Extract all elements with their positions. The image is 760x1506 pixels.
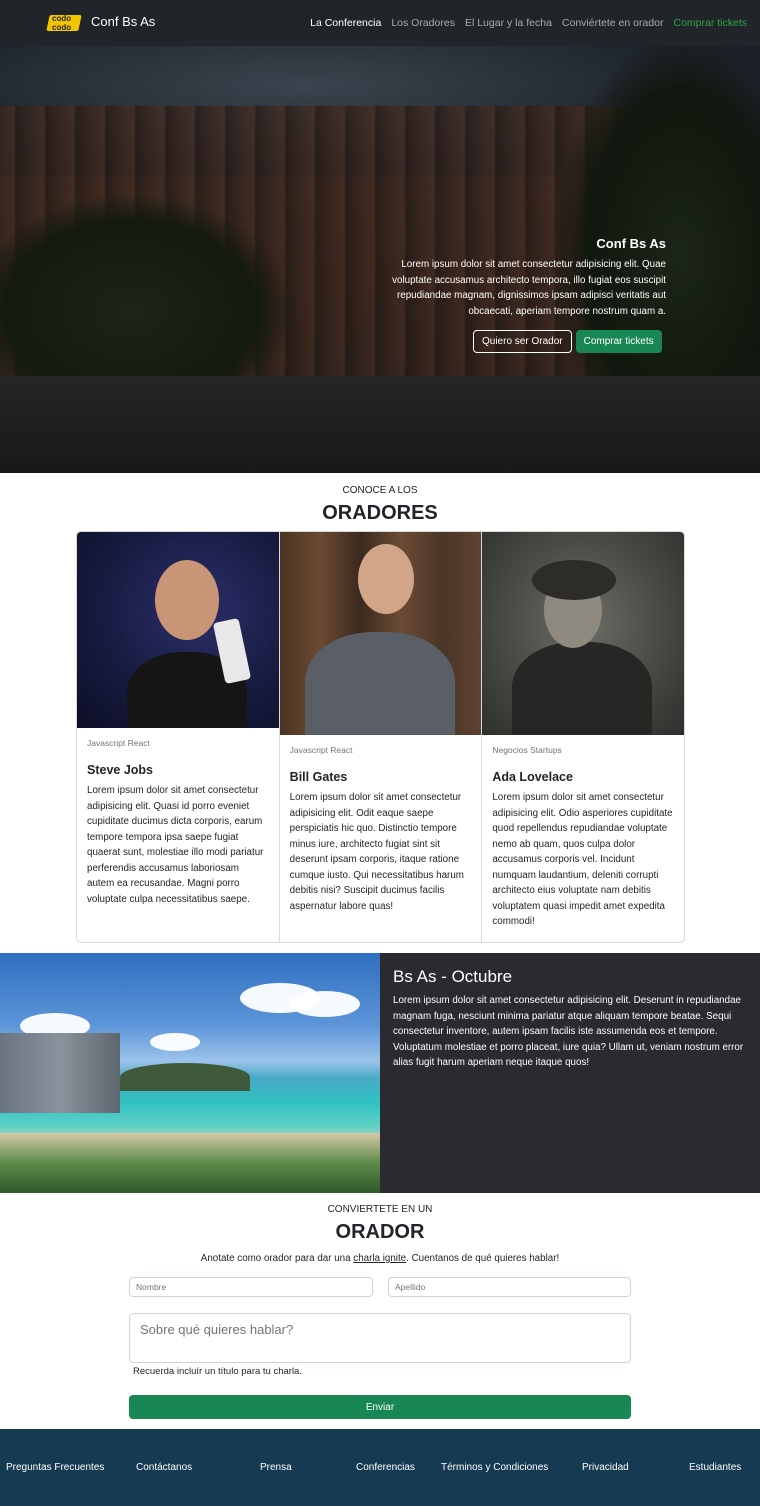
- speaker-tags: Javascript React: [289, 745, 353, 755]
- footer-link-conferencias[interactable]: Conferencias: [356, 1462, 415, 1473]
- speaker-name: Steve Jobs: [87, 763, 154, 777]
- speakers-kicker: CONOCE A LOS: [342, 485, 418, 496]
- form-subtitle-text-end: . Cuentanos de qué quieres hablar!: [406, 1253, 560, 1264]
- talk-title-hint: Recuerda incluír un título para tu charl…: [133, 1366, 302, 1377]
- hero-buttons: Quiero ser Orador Comprar tickets: [473, 330, 662, 353]
- speaker-card-steve-jobs: Javascript React Steve Jobs Lorem ipsum …: [77, 532, 280, 942]
- charla-ignite-link[interactable]: charla ignite: [353, 1253, 406, 1264]
- photo-torso: [304, 632, 455, 735]
- footer-link-terminos-condiciones[interactable]: Términos y Condiciones: [441, 1462, 548, 1473]
- first-name-input[interactable]: [129, 1277, 373, 1297]
- photo-head: [357, 544, 414, 614]
- speakers-title: ORADORES: [322, 502, 438, 524]
- cloud: [150, 1033, 200, 1051]
- speaker-card-ada-lovelace: Negocios Startups Ada Lovelace Lorem ips…: [482, 532, 684, 942]
- enviar-button[interactable]: Enviar: [129, 1395, 631, 1419]
- venue-panel: Bs As - Octubre Lorem ipsum dolor sit am…: [380, 953, 760, 1193]
- brand-name[interactable]: Conf Bs As: [91, 14, 155, 29]
- venue-title: Bs As - Octubre: [393, 967, 513, 986]
- speaker-photo-ada-lovelace: [482, 532, 684, 735]
- speaker-tags: Negocios Startups: [492, 745, 562, 755]
- talk-topic-textarea[interactable]: [129, 1313, 631, 1363]
- footer-link-prensa[interactable]: Prensa: [260, 1462, 292, 1473]
- form-subtitle-text: Anotate como orador para dar una: [200, 1253, 354, 1264]
- speaker-card-bill-gates: Javascript React Bill Gates Lorem ipsum …: [279, 532, 483, 942]
- speaker-tags: Javascript React: [87, 738, 150, 748]
- hero-content: Conf Bs As Lorem ipsum dolor sit amet co…: [360, 236, 666, 319]
- cloud: [290, 991, 360, 1017]
- logo-line-1: codo: [52, 14, 72, 23]
- venue-text: Lorem ipsum dolor sit amet consectetur a…: [393, 995, 744, 1068]
- nav-link-lugar-fecha[interactable]: El Lugar y la fecha: [465, 17, 552, 29]
- speaker-photo-steve-jobs: [77, 532, 279, 728]
- nav-link-oradores[interactable]: Los Oradores: [391, 17, 455, 29]
- form-kicker: CONVIERTETE EN UN: [327, 1204, 433, 1215]
- nav-link-comprar-tickets[interactable]: Comprar tickets: [673, 17, 747, 29]
- hero-title: Conf Bs As: [596, 236, 666, 251]
- form-title: ORADOR: [335, 1221, 425, 1243]
- last-name-input[interactable]: [388, 1277, 631, 1297]
- comprar-tickets-button[interactable]: Comprar tickets: [575, 330, 662, 353]
- beach-shore: [0, 1133, 380, 1193]
- speaker-name: Ada Lovelace: [492, 770, 573, 784]
- photo-head: [155, 560, 219, 640]
- city-buildings: [0, 1033, 120, 1113]
- speaker-cards: Javascript React Steve Jobs Lorem ipsum …: [76, 531, 685, 943]
- footer-link-privacidad[interactable]: Privacidad: [582, 1462, 629, 1473]
- footer-link-contactanos[interactable]: Contáctanos: [136, 1462, 192, 1473]
- photo-torso: [512, 642, 653, 735]
- speaker-bio: Lorem ipsum dolor sit amet consectetur a…: [289, 792, 464, 912]
- speaker-name: Bill Gates: [289, 770, 348, 784]
- speaker-bio: Lorem ipsum dolor sit amet consectetur a…: [492, 792, 673, 927]
- footer-link-preguntas-frecuentes[interactable]: Preguntas Frecuentes: [6, 1462, 104, 1473]
- logo-text: codo codo: [52, 14, 71, 32]
- speaker-bio: Lorem ipsum dolor sit amet consectetur a…: [87, 785, 264, 905]
- hero-text: Lorem ipsum dolor sit amet consectetur a…: [392, 259, 666, 317]
- diamond-head-hill: [120, 1063, 250, 1091]
- venue-beach-image: [0, 953, 380, 1193]
- codo-a-codo-logo[interactable]: codo codo: [44, 13, 82, 33]
- speaker-photo-bill-gates: [279, 532, 482, 735]
- footer-link-estudiantes[interactable]: Estudiantes: [689, 1462, 741, 1473]
- logo-line-2: codo: [52, 23, 72, 32]
- nav-links: La Conferencia Los Oradores El Lugar y l…: [310, 17, 747, 29]
- footer: Preguntas Frecuentes Contáctanos Prensa …: [0, 1429, 760, 1506]
- nav-link-conferencia[interactable]: La Conferencia: [310, 17, 381, 29]
- quiero-ser-orador-button[interactable]: Quiero ser Orador: [473, 330, 572, 353]
- form-subtitle: Anotate como orador para dar una charla …: [0, 1253, 760, 1264]
- nav-link-convertite-orador[interactable]: Conviértete en orador: [562, 17, 664, 29]
- navbar: codo codo Conf Bs As La Conferencia Los …: [0, 0, 760, 46]
- photo-hair: [532, 560, 617, 600]
- hero-section: Conf Bs As Lorem ipsum dolor sit amet co…: [0, 46, 760, 473]
